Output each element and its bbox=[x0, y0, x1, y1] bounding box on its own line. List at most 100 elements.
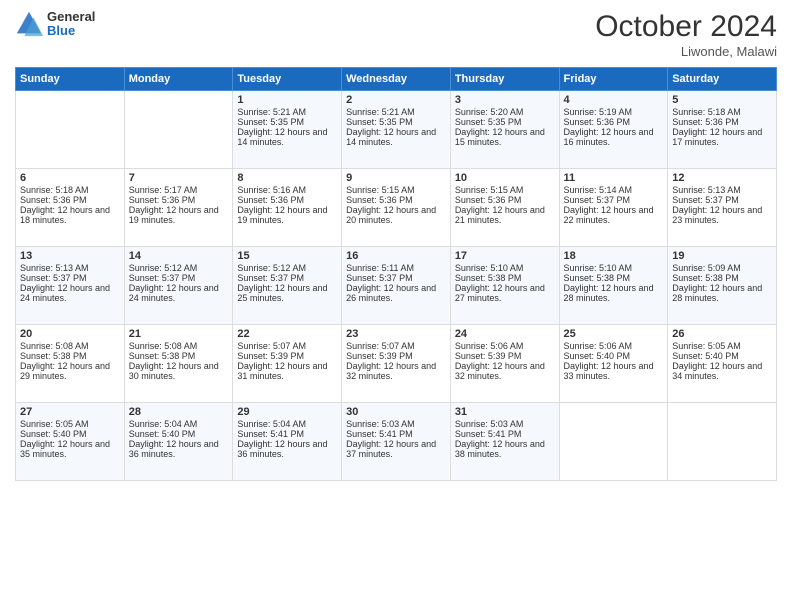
daylight-text: Daylight: 12 hours and 27 minutes. bbox=[455, 283, 555, 303]
day-number: 16 bbox=[346, 250, 446, 262]
daylight-text: Daylight: 12 hours and 37 minutes. bbox=[346, 439, 446, 459]
sunrise-text: Sunrise: 5:09 AM bbox=[672, 263, 772, 273]
day-number: 17 bbox=[455, 250, 555, 262]
day-number: 21 bbox=[129, 328, 229, 340]
calendar-cell: 3Sunrise: 5:20 AMSunset: 5:35 PMDaylight… bbox=[450, 91, 559, 169]
sunrise-text: Sunrise: 5:04 AM bbox=[129, 419, 229, 429]
day-header-saturday: Saturday bbox=[668, 68, 777, 91]
month-title: October 2024 bbox=[595, 10, 777, 44]
sunrise-text: Sunrise: 5:10 AM bbox=[564, 263, 664, 273]
daylight-text: Daylight: 12 hours and 25 minutes. bbox=[237, 283, 337, 303]
calendar-cell: 17Sunrise: 5:10 AMSunset: 5:38 PMDayligh… bbox=[450, 247, 559, 325]
sunrise-text: Sunrise: 5:03 AM bbox=[346, 419, 446, 429]
day-number: 22 bbox=[237, 328, 337, 340]
week-row-4: 27Sunrise: 5:05 AMSunset: 5:40 PMDayligh… bbox=[16, 403, 777, 481]
day-number: 23 bbox=[346, 328, 446, 340]
daylight-text: Daylight: 12 hours and 30 minutes. bbox=[129, 361, 229, 381]
daylight-text: Daylight: 12 hours and 29 minutes. bbox=[20, 361, 120, 381]
sunset-text: Sunset: 5:41 PM bbox=[455, 429, 555, 439]
sunset-text: Sunset: 5:36 PM bbox=[20, 195, 120, 205]
day-header-monday: Monday bbox=[124, 68, 233, 91]
sunrise-text: Sunrise: 5:15 AM bbox=[455, 185, 555, 195]
daylight-text: Daylight: 12 hours and 36 minutes. bbox=[237, 439, 337, 459]
sunrise-text: Sunrise: 5:17 AM bbox=[129, 185, 229, 195]
sunset-text: Sunset: 5:35 PM bbox=[237, 117, 337, 127]
calendar-cell: 19Sunrise: 5:09 AMSunset: 5:38 PMDayligh… bbox=[668, 247, 777, 325]
day-number: 20 bbox=[20, 328, 120, 340]
calendar-table: SundayMondayTuesdayWednesdayThursdayFrid… bbox=[15, 67, 777, 481]
day-header-wednesday: Wednesday bbox=[342, 68, 451, 91]
calendar-cell: 28Sunrise: 5:04 AMSunset: 5:40 PMDayligh… bbox=[124, 403, 233, 481]
sunrise-text: Sunrise: 5:20 AM bbox=[455, 107, 555, 117]
day-number: 10 bbox=[455, 172, 555, 184]
sunrise-text: Sunrise: 5:21 AM bbox=[237, 107, 337, 117]
calendar-cell: 20Sunrise: 5:08 AMSunset: 5:38 PMDayligh… bbox=[16, 325, 125, 403]
sunset-text: Sunset: 5:36 PM bbox=[455, 195, 555, 205]
sunset-text: Sunset: 5:38 PM bbox=[564, 273, 664, 283]
daylight-text: Daylight: 12 hours and 32 minutes. bbox=[455, 361, 555, 381]
calendar-cell: 11Sunrise: 5:14 AMSunset: 5:37 PMDayligh… bbox=[559, 169, 668, 247]
daylight-text: Daylight: 12 hours and 20 minutes. bbox=[346, 205, 446, 225]
calendar-cell: 5Sunrise: 5:18 AMSunset: 5:36 PMDaylight… bbox=[668, 91, 777, 169]
sunrise-text: Sunrise: 5:10 AM bbox=[455, 263, 555, 273]
calendar-cell: 18Sunrise: 5:10 AMSunset: 5:38 PMDayligh… bbox=[559, 247, 668, 325]
sunset-text: Sunset: 5:40 PM bbox=[129, 429, 229, 439]
day-number: 11 bbox=[564, 172, 664, 184]
calendar-cell: 23Sunrise: 5:07 AMSunset: 5:39 PMDayligh… bbox=[342, 325, 451, 403]
sunrise-text: Sunrise: 5:05 AM bbox=[20, 419, 120, 429]
daylight-text: Daylight: 12 hours and 16 minutes. bbox=[564, 127, 664, 147]
calendar-cell: 24Sunrise: 5:06 AMSunset: 5:39 PMDayligh… bbox=[450, 325, 559, 403]
logo-blue: Blue bbox=[47, 24, 95, 38]
daylight-text: Daylight: 12 hours and 38 minutes. bbox=[455, 439, 555, 459]
sunrise-text: Sunrise: 5:13 AM bbox=[672, 185, 772, 195]
sunrise-text: Sunrise: 5:14 AM bbox=[564, 185, 664, 195]
sunset-text: Sunset: 5:35 PM bbox=[455, 117, 555, 127]
daylight-text: Daylight: 12 hours and 24 minutes. bbox=[20, 283, 120, 303]
calendar-cell: 6Sunrise: 5:18 AMSunset: 5:36 PMDaylight… bbox=[16, 169, 125, 247]
header-row: SundayMondayTuesdayWednesdayThursdayFrid… bbox=[16, 68, 777, 91]
daylight-text: Daylight: 12 hours and 18 minutes. bbox=[20, 205, 120, 225]
title-block: October 2024 Liwonde, Malawi bbox=[595, 10, 777, 59]
sunset-text: Sunset: 5:36 PM bbox=[237, 195, 337, 205]
day-header-friday: Friday bbox=[559, 68, 668, 91]
calendar-header: SundayMondayTuesdayWednesdayThursdayFrid… bbox=[16, 68, 777, 91]
day-number: 1 bbox=[237, 94, 337, 106]
sunrise-text: Sunrise: 5:19 AM bbox=[564, 107, 664, 117]
day-number: 8 bbox=[237, 172, 337, 184]
calendar-cell: 13Sunrise: 5:13 AMSunset: 5:37 PMDayligh… bbox=[16, 247, 125, 325]
sunset-text: Sunset: 5:41 PM bbox=[346, 429, 446, 439]
daylight-text: Daylight: 12 hours and 14 minutes. bbox=[237, 127, 337, 147]
sunrise-text: Sunrise: 5:11 AM bbox=[346, 263, 446, 273]
sunset-text: Sunset: 5:37 PM bbox=[672, 195, 772, 205]
sunrise-text: Sunrise: 5:18 AM bbox=[672, 107, 772, 117]
calendar-cell bbox=[124, 91, 233, 169]
daylight-text: Daylight: 12 hours and 36 minutes. bbox=[129, 439, 229, 459]
day-header-sunday: Sunday bbox=[16, 68, 125, 91]
calendar-cell: 21Sunrise: 5:08 AMSunset: 5:38 PMDayligh… bbox=[124, 325, 233, 403]
sunset-text: Sunset: 5:39 PM bbox=[346, 351, 446, 361]
logo-icon bbox=[15, 10, 43, 38]
daylight-text: Daylight: 12 hours and 35 minutes. bbox=[20, 439, 120, 459]
day-number: 27 bbox=[20, 406, 120, 418]
daylight-text: Daylight: 12 hours and 19 minutes. bbox=[237, 205, 337, 225]
calendar-cell bbox=[668, 403, 777, 481]
day-number: 13 bbox=[20, 250, 120, 262]
sunset-text: Sunset: 5:37 PM bbox=[129, 273, 229, 283]
day-number: 4 bbox=[564, 94, 664, 106]
sunset-text: Sunset: 5:40 PM bbox=[20, 429, 120, 439]
daylight-text: Daylight: 12 hours and 23 minutes. bbox=[672, 205, 772, 225]
day-number: 18 bbox=[564, 250, 664, 262]
week-row-3: 20Sunrise: 5:08 AMSunset: 5:38 PMDayligh… bbox=[16, 325, 777, 403]
sunset-text: Sunset: 5:39 PM bbox=[455, 351, 555, 361]
sunrise-text: Sunrise: 5:18 AM bbox=[20, 185, 120, 195]
calendar-cell: 31Sunrise: 5:03 AMSunset: 5:41 PMDayligh… bbox=[450, 403, 559, 481]
sunset-text: Sunset: 5:36 PM bbox=[564, 117, 664, 127]
calendar-cell: 22Sunrise: 5:07 AMSunset: 5:39 PMDayligh… bbox=[233, 325, 342, 403]
page-container: General Blue October 2024 Liwonde, Malaw… bbox=[0, 0, 792, 612]
sunset-text: Sunset: 5:35 PM bbox=[346, 117, 446, 127]
sunrise-text: Sunrise: 5:16 AM bbox=[237, 185, 337, 195]
daylight-text: Daylight: 12 hours and 24 minutes. bbox=[129, 283, 229, 303]
sunset-text: Sunset: 5:36 PM bbox=[129, 195, 229, 205]
calendar-cell: 25Sunrise: 5:06 AMSunset: 5:40 PMDayligh… bbox=[559, 325, 668, 403]
day-number: 30 bbox=[346, 406, 446, 418]
